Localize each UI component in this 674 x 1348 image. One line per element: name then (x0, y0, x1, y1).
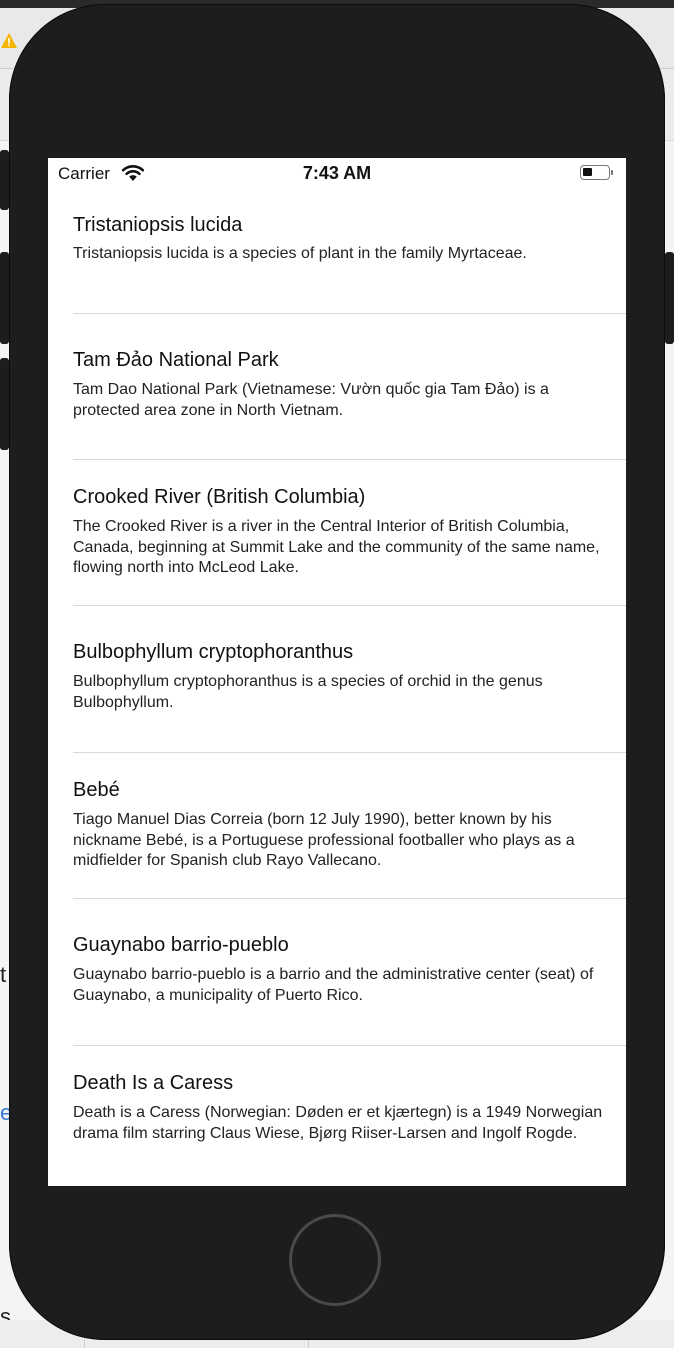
list-item-description: Tristaniopsis lucida is a species of pla… (73, 245, 527, 262)
ringer-switch[interactable] (0, 150, 9, 210)
device-screen: Carrier 7:43 AM Tristaniopsis lucida Tri… (48, 158, 626, 1186)
list-item-description: Tiago Manuel Dias Correia (born 12 July … (73, 811, 575, 869)
list-item-description: The Crooked River is a river in the Cent… (73, 518, 600, 576)
list-item-title: Bebé (73, 779, 120, 801)
battery-icon (580, 165, 613, 180)
list-item-title: Death Is a Caress (73, 1072, 234, 1094)
list-item[interactable]: Bebé Tiago Manuel Dias Correia (born 12 … (48, 753, 626, 899)
status-time: 7:43 AM (302, 163, 372, 183)
list-item[interactable]: Bulbophyllum cryptophoranthus Bulbophyll… (48, 606, 626, 752)
warning-icon[interactable] (0, 32, 18, 50)
volume-down-button[interactable] (0, 358, 9, 450)
volume-up-button[interactable] (0, 252, 9, 344)
list-item-title: Tristaniopsis lucida (73, 214, 243, 236)
list-item-title: Bulbophyllum cryptophoranthus (73, 641, 354, 663)
list-item-title: Crooked River (British Columbia) (73, 486, 366, 508)
list-item-description: Guaynabo barrio-pueblo is a barrio and t… (73, 966, 594, 1004)
home-button[interactable] (289, 1214, 381, 1306)
list-item-title: Guaynabo barrio-pueblo (73, 934, 289, 956)
list-item-title: Tam Đảo National Park (73, 349, 279, 371)
status-bar: Carrier 7:43 AM (48, 158, 626, 188)
list-item-description: Tam Dao National Park (Vietnamese: Vườn … (73, 381, 549, 419)
list-item[interactable]: Death Is a Caress Death is a Caress (Nor… (48, 1046, 626, 1186)
list-item[interactable]: Tristaniopsis lucida Tristaniopsis lucid… (48, 188, 626, 314)
list-item[interactable]: Tam Đảo National Park Tam Dao National P… (48, 314, 626, 460)
power-button[interactable] (665, 252, 674, 344)
list-item[interactable]: Guaynabo barrio-pueblo Guaynabo barrio-p… (48, 899, 626, 1045)
list-item-description: Death is a Caress (Norwegian: Døden er e… (73, 1104, 603, 1142)
list-item-description: Bulbophyllum cryptophoranthus is a speci… (73, 673, 543, 711)
host-text-fragment: t (0, 962, 7, 987)
list-item[interactable]: Crooked River (British Columbia) The Cro… (48, 460, 626, 606)
